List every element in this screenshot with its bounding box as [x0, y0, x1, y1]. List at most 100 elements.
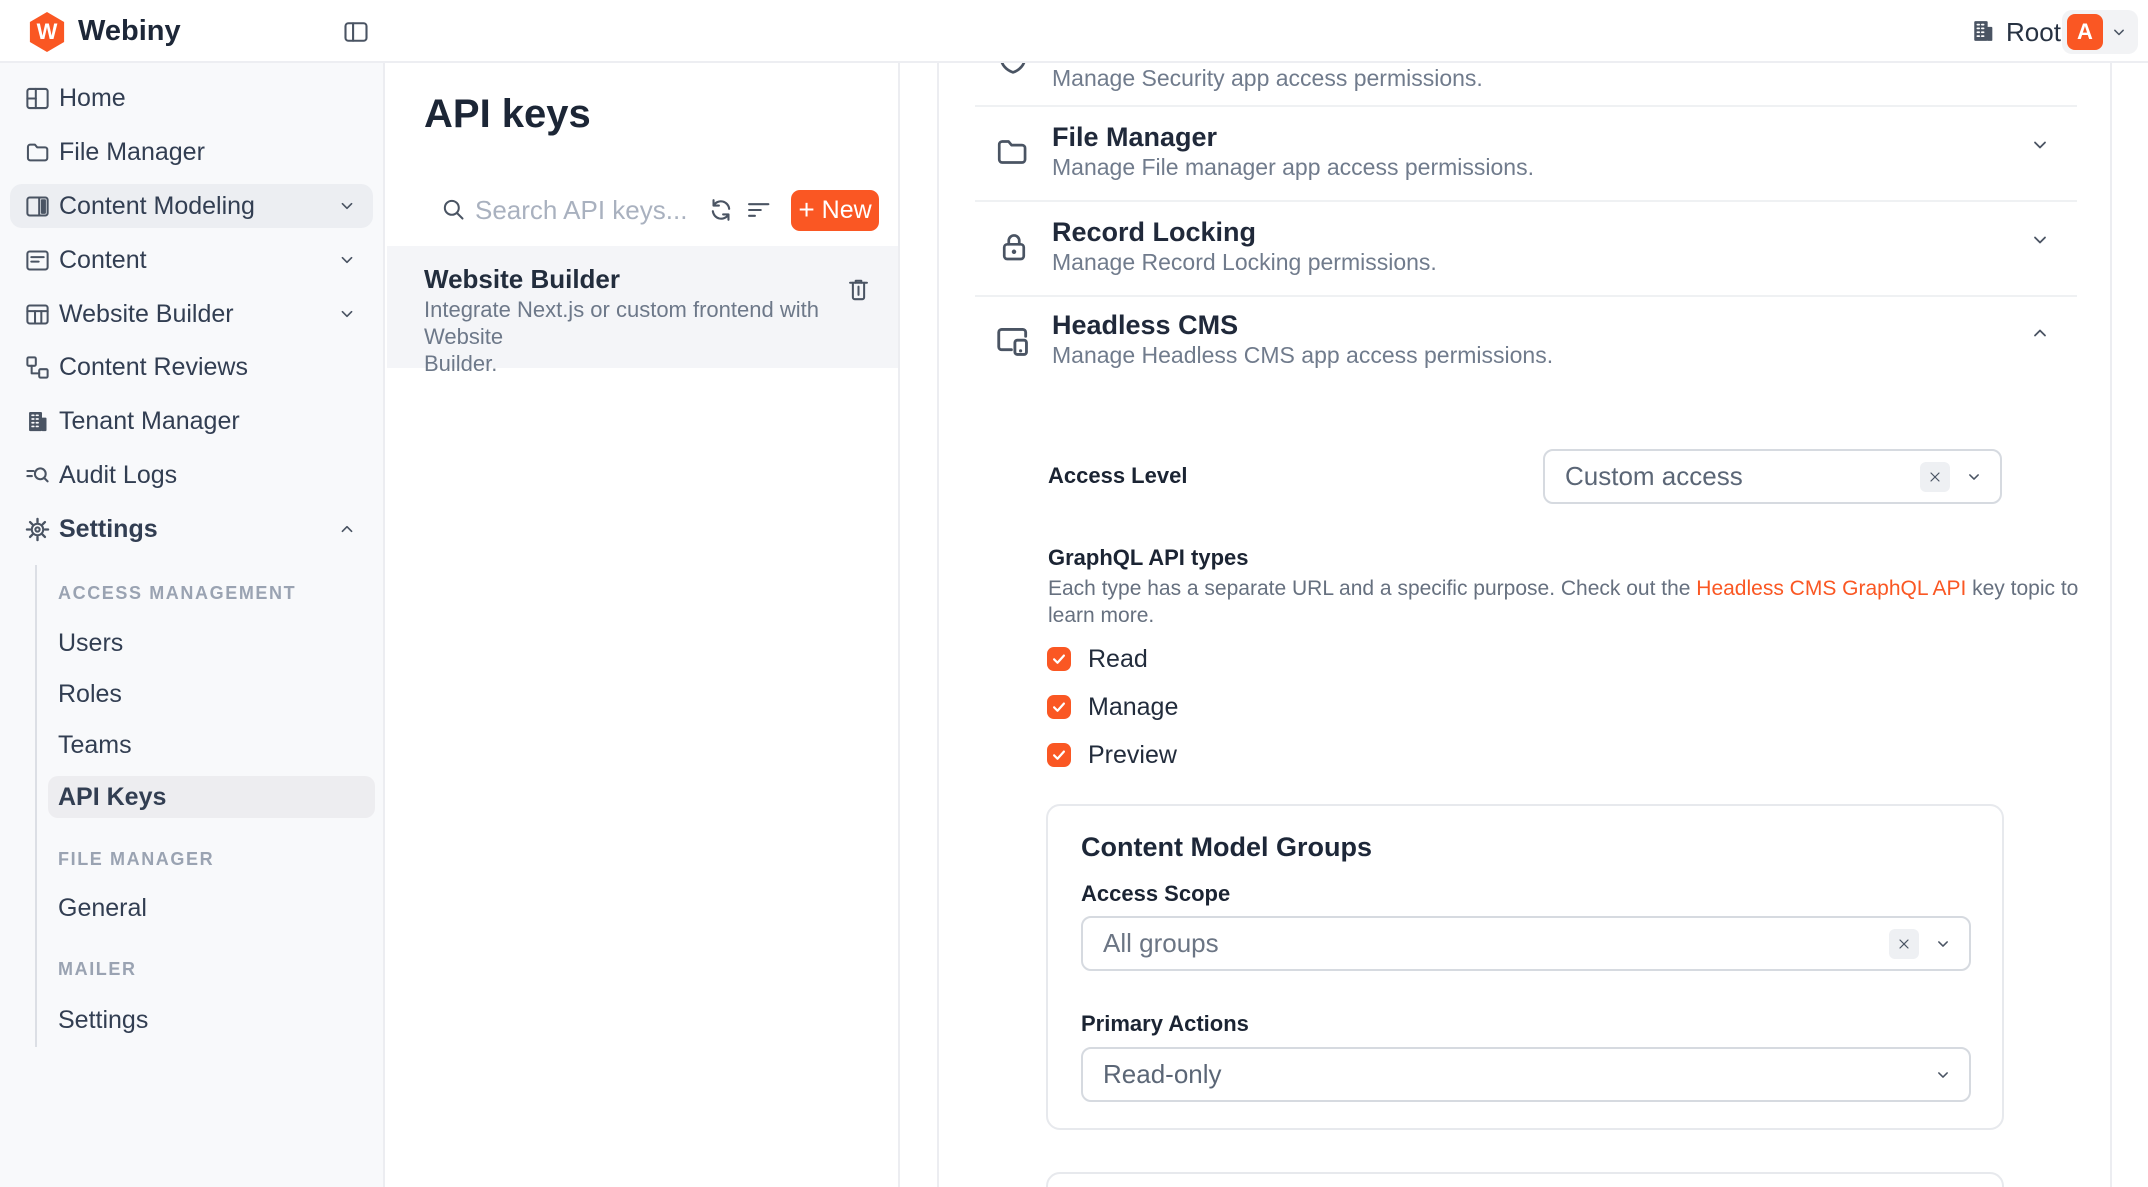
chevron-down-icon: [2109, 22, 2129, 42]
accordion-title-file-manager: File Manager: [1052, 120, 1217, 154]
chevron-down-icon: [1933, 1065, 1953, 1085]
accordion-description: Manage File manager app access permissio…: [1052, 153, 1534, 182]
checkbox-row-manage[interactable]: Manage: [1047, 694, 1178, 720]
section-header-mailer: MAILER: [58, 955, 137, 983]
sidebar-item-label: Website Builder: [59, 300, 234, 329]
divider: [975, 200, 2077, 202]
sidebar: Home File Manager Content Modeling Conte…: [0, 63, 385, 1187]
api-keys-list-panel: API keys + New Website Builder Integrate…: [387, 63, 900, 1187]
checkbox-checked-icon: [1047, 695, 1071, 719]
sidebar-item-home[interactable]: Home: [10, 76, 373, 120]
checkbox-checked-icon: [1047, 743, 1071, 767]
table-icon: [24, 301, 51, 328]
lock-icon: [996, 229, 1032, 265]
webiny-admin-app: W Webiny Root A: [0, 0, 2148, 1187]
brand-name: Webiny: [78, 15, 181, 48]
chevron-down-icon: [336, 303, 358, 325]
trash-icon[interactable]: [845, 276, 872, 303]
checkbox-label: Manage: [1088, 693, 1178, 722]
chevron-up-icon: [336, 518, 358, 540]
sidebar-toggle-icon[interactable]: [342, 18, 370, 46]
sidebar-item-teams[interactable]: Teams: [48, 724, 375, 766]
sidebar-item-mailer-settings[interactable]: Settings: [48, 999, 375, 1041]
card-title: Content Model Groups: [1081, 832, 1372, 863]
avatar: A: [2067, 14, 2103, 50]
next-card-partial: [1046, 1172, 2004, 1187]
section-header-access-management: ACCESS MANAGEMENT: [58, 579, 296, 607]
sidebar-item-content[interactable]: Content: [10, 238, 373, 282]
primary-actions-label: Primary Actions: [1081, 1010, 1249, 1038]
list-item-description: Integrate Next.js or custom frontend wit…: [424, 296, 898, 377]
sidebar-item-label: Audit Logs: [59, 461, 177, 490]
access-level-select[interactable]: Custom access: [1543, 449, 2002, 504]
new-api-key-button[interactable]: + New: [791, 190, 879, 231]
checkbox-row-read[interactable]: Read: [1047, 646, 1148, 672]
top-bar: W Webiny Root A: [0, 0, 2148, 63]
clear-icon[interactable]: [1920, 462, 1950, 492]
graphql-api-types-heading: GraphQL API types: [1048, 544, 1249, 572]
access-scope-select[interactable]: All groups: [1081, 916, 1971, 971]
sidebar-item-label: Settings: [59, 515, 158, 544]
workflow-icon: [24, 354, 51, 381]
sidebar-item-file-manager[interactable]: File Manager: [10, 130, 373, 174]
chevron-up-icon[interactable]: [2028, 321, 2052, 345]
sidebar-item-label: Content: [59, 246, 147, 275]
sidebar-item-roles[interactable]: Roles: [48, 673, 375, 715]
sidebar-item-settings[interactable]: Settings: [10, 507, 373, 551]
sidebar-item-users[interactable]: Users: [48, 622, 375, 664]
sidebar-item-label: Tenant Manager: [59, 407, 240, 436]
content-model-groups-card: Content Model Groups Access Scope All gr…: [1046, 804, 2004, 1130]
headless-cms-graphql-api-link[interactable]: Headless CMS GraphQL API: [1696, 577, 1966, 600]
sidebar-item-audit-logs[interactable]: Audit Logs: [10, 453, 373, 497]
content-icon: [24, 247, 51, 274]
list-item-title: Website Builder: [424, 264, 620, 295]
accordion-title-record-locking: Record Locking: [1052, 215, 1256, 249]
security-section-description: Manage Security app access permissions.: [1052, 64, 1483, 93]
sidebar-item-tenant-manager[interactable]: Tenant Manager: [10, 399, 373, 443]
refresh-icon[interactable]: [707, 196, 735, 224]
checkbox-row-preview[interactable]: Preview: [1047, 742, 1177, 768]
plus-icon: +: [798, 196, 814, 224]
sidebar-item-website-builder[interactable]: Website Builder: [10, 292, 373, 336]
chevron-down-icon: [336, 195, 358, 217]
chevron-down-icon[interactable]: [2028, 228, 2052, 252]
chevron-down-icon: [1964, 467, 1984, 487]
checkbox-label: Preview: [1088, 741, 1177, 770]
folder-icon: [24, 139, 51, 166]
submenu-tree-line: [35, 565, 37, 1047]
building-icon: [1969, 17, 1997, 45]
tenant-name[interactable]: Root: [2006, 17, 2061, 48]
sidebar-item-general[interactable]: General: [48, 887, 375, 929]
sidebar-item-content-reviews[interactable]: Content Reviews: [10, 345, 373, 389]
sidebar-item-label: Content Modeling: [59, 192, 255, 221]
account-menu[interactable]: A: [2062, 10, 2138, 54]
checkbox-label: Read: [1088, 645, 1148, 674]
chevron-down-icon[interactable]: [2028, 133, 2052, 157]
audit-search-icon: [24, 462, 51, 489]
page-title: API keys: [424, 92, 591, 137]
access-level-value: Custom access: [1565, 461, 1920, 492]
sort-icon[interactable]: [745, 196, 773, 224]
search-input[interactable]: [475, 191, 690, 229]
gear-icon: [24, 516, 51, 543]
sidebar-item-content-modeling[interactable]: Content Modeling: [10, 184, 373, 228]
new-button-label: New: [822, 196, 872, 225]
accordion-description: Manage Record Locking permissions.: [1052, 248, 1437, 277]
sidebar-item-label: File Manager: [59, 138, 205, 167]
graphql-api-types-description: Each type has a separate URL and a speci…: [1048, 575, 2078, 629]
folder-icon: [994, 134, 1030, 170]
access-scope-label: Access Scope: [1081, 880, 1230, 908]
devices-icon: [994, 322, 1032, 360]
sidebar-item-api-keys[interactable]: API Keys: [48, 776, 375, 818]
clear-icon[interactable]: [1889, 929, 1919, 959]
access-level-label: Access Level: [1048, 462, 1187, 490]
accordion-description: Manage Headless CMS app access permissio…: [1052, 341, 1553, 370]
primary-actions-value: Read-only: [1103, 1059, 1933, 1090]
building-icon: [24, 408, 51, 435]
checkbox-checked-icon: [1047, 647, 1071, 671]
accordion-title-headless-cms: Headless CMS: [1052, 308, 1238, 342]
api-key-list-item-website-builder[interactable]: Website Builder Integrate Next.js or cus…: [387, 246, 898, 368]
chevron-down-icon: [336, 249, 358, 271]
primary-actions-select[interactable]: Read-only: [1081, 1047, 1971, 1102]
api-key-detail-panel: Manage Security app access permissions. …: [937, 63, 2112, 1187]
